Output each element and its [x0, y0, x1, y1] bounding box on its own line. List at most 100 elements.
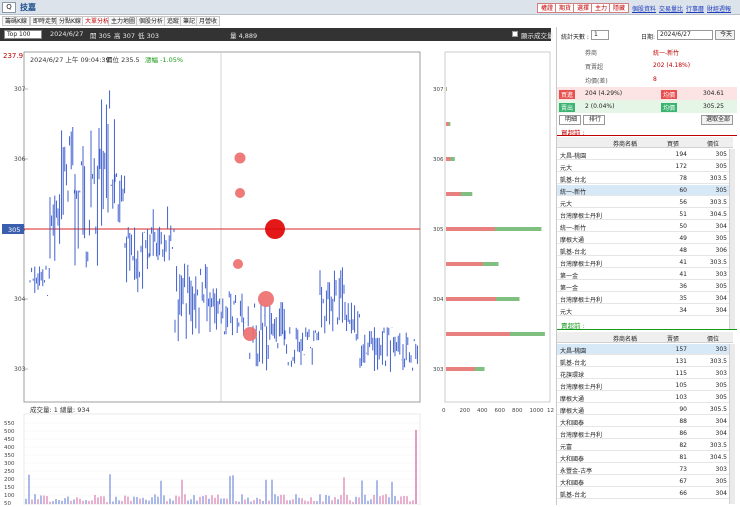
buy-value: 204 (4.29%)	[585, 90, 622, 97]
side-sell-bar	[446, 367, 475, 371]
show-volume-label: 顯示成交量	[521, 30, 554, 40]
broker-volume: 35	[665, 295, 687, 302]
broker-price: 304	[703, 295, 727, 302]
table-row[interactable]: 第一金36305	[557, 281, 733, 292]
calendar-link[interactable]: 行事曆	[686, 4, 704, 13]
warrant-button[interactable]: 權證	[537, 3, 557, 13]
broker-name: 台灣摩根士丹利	[560, 382, 602, 391]
table-row[interactable]: 台灣摩根士丹利35304	[557, 293, 733, 304]
futures-button[interactable]: 期貨	[555, 3, 575, 13]
select-all-button[interactable]: 選取全部	[701, 115, 733, 125]
stock-info-link[interactable]: 個股資料	[632, 4, 656, 13]
table-row[interactable]: 摩根大通90305.5	[557, 404, 733, 415]
show-volume-checkbox[interactable]	[512, 31, 518, 37]
table-row[interactable]: 台灣摩根士丹利105305	[557, 380, 733, 391]
y-tick-label: 306	[14, 156, 26, 163]
stock-selector[interactable]: Q	[2, 2, 16, 13]
broker-volume: 51	[665, 211, 687, 218]
broker-price: 303	[703, 466, 727, 473]
broker-name: 台灣摩根士丹利	[560, 259, 602, 268]
table-row[interactable]: 凱基-台北78303.5	[557, 173, 733, 184]
table-row[interactable]: 統一-新竹60305	[557, 185, 733, 196]
days-label: 統計天數 :	[561, 32, 589, 41]
broker-volume: 194	[665, 151, 687, 158]
table-row[interactable]: 大昌-桃園157303	[557, 344, 733, 355]
options-button[interactable]: 選擇	[573, 3, 593, 13]
broker-price: 305	[703, 382, 727, 389]
tab-stock-analysis[interactable]: 個股分析	[136, 16, 166, 26]
tab-main-force-map[interactable]: 主力地圖	[108, 16, 138, 26]
y-tick-label: 303	[14, 366, 26, 373]
side-sell-bar	[446, 297, 496, 301]
table-row[interactable]: 永豐金-古亭73303	[557, 464, 733, 475]
days-select[interactable]: 1	[591, 30, 609, 40]
big-order-bubble[interactable]	[265, 219, 285, 239]
broker-price: 304	[703, 430, 727, 437]
big-order-bubble[interactable]	[233, 259, 243, 269]
table-row[interactable]: 大和國泰81304.5	[557, 452, 733, 463]
table-row[interactable]: 台灣摩根士丹利 86 304	[557, 428, 733, 439]
broker-name: 台灣摩根士丹利	[560, 211, 602, 220]
broker-volume: 34	[665, 307, 687, 314]
big-order-bubble[interactable]	[243, 327, 257, 341]
sell-avg: 305.25	[703, 103, 724, 110]
broker-price: 303.5	[703, 442, 727, 449]
big-order-bubble[interactable]	[258, 291, 274, 307]
volume-ratio-link[interactable]: 交易量比	[659, 4, 683, 13]
table-row[interactable]: 元富82303.5	[557, 440, 733, 451]
today-button[interactable]: 今天	[715, 30, 735, 40]
broker-price: 303.5	[703, 199, 727, 206]
date-picker[interactable]: 2024/6/27	[657, 30, 713, 40]
broker-name: 元大	[560, 199, 572, 208]
side-sell-bar	[446, 122, 449, 126]
buy-table-scrollbar[interactable]	[729, 149, 735, 329]
table-row[interactable]: 大和國泰67305	[557, 476, 733, 487]
side-y-tick: 307	[433, 87, 444, 93]
buy-col-name: 券商名稱	[613, 139, 637, 148]
table-row[interactable]: 第一金41303	[557, 269, 733, 280]
broker-name: 大昌-桃園	[560, 346, 586, 355]
big-order-bubble[interactable]	[235, 188, 245, 198]
broker-name: 元富	[560, 442, 572, 451]
table-row[interactable]: 摩根大通49305	[557, 233, 733, 244]
table-row[interactable]: 大昌-桃園194305	[557, 149, 733, 160]
sell-col-price: 價位	[707, 334, 719, 343]
tick-chart-svg[interactable]: 237.9 2024/6/27 上午 09:04:39 價位 235.5 漲幅 …	[0, 42, 430, 505]
tab-detail[interactable]: 明細	[559, 115, 581, 125]
table-row[interactable]: 大和國泰88304	[557, 416, 733, 427]
stock-title: 技嘉	[20, 2, 36, 13]
broker-price: 304	[703, 223, 727, 230]
main-force-button[interactable]: 主力	[591, 3, 611, 13]
sell-label: 賣出	[559, 103, 575, 112]
table-row[interactable]: 元大56303.5	[557, 197, 733, 208]
table-row[interactable]: 凱基-台北131303.5	[557, 356, 733, 367]
tab-branch-kline[interactable]: 分點K線	[56, 16, 84, 26]
vol-tick-label: 550	[4, 421, 15, 427]
broker-price: 305	[703, 163, 727, 170]
table-row[interactable]: 統一-新竹50304	[557, 221, 733, 232]
broker-price: 304	[703, 307, 727, 314]
table-row[interactable]: 元大172305	[557, 161, 733, 172]
tab-chip-kline[interactable]: 籌碼K線	[2, 16, 30, 26]
table-row[interactable]: 台灣摩根士丹利51304.5	[557, 209, 733, 220]
low-price: 低 303	[138, 30, 159, 40]
table-row[interactable]: 凱基-台北48306	[557, 245, 733, 256]
tab-ranking[interactable]: 排行	[583, 115, 605, 125]
weekly-report-link[interactable]: 財經週報	[707, 4, 731, 13]
broker-volume: 86	[665, 430, 687, 437]
table-row[interactable]: 凱基-台北66304	[557, 488, 733, 499]
broker-price: 304	[703, 418, 727, 425]
side-x-tick: 1200	[547, 408, 554, 414]
hide-button[interactable]: 隱藏	[609, 3, 629, 13]
tab-monthly-revenue[interactable]: 月營收	[196, 16, 220, 26]
top-select[interactable]: Top 100	[4, 30, 42, 39]
table-row[interactable]: 花旗環球115303	[557, 368, 733, 379]
broker-name: 台灣摩根士丹利	[560, 430, 602, 439]
table-row[interactable]: 元大 34 304	[557, 305, 733, 316]
table-row[interactable]: 摩根大通103305	[557, 392, 733, 403]
sell-table-scrollbar[interactable]	[729, 344, 735, 504]
big-order-bubble[interactable]	[235, 153, 246, 164]
summary-label: 買賣超	[585, 62, 603, 71]
broker-name: 元大	[560, 307, 572, 316]
table-row[interactable]: 台灣摩根士丹利41303.5	[557, 257, 733, 268]
